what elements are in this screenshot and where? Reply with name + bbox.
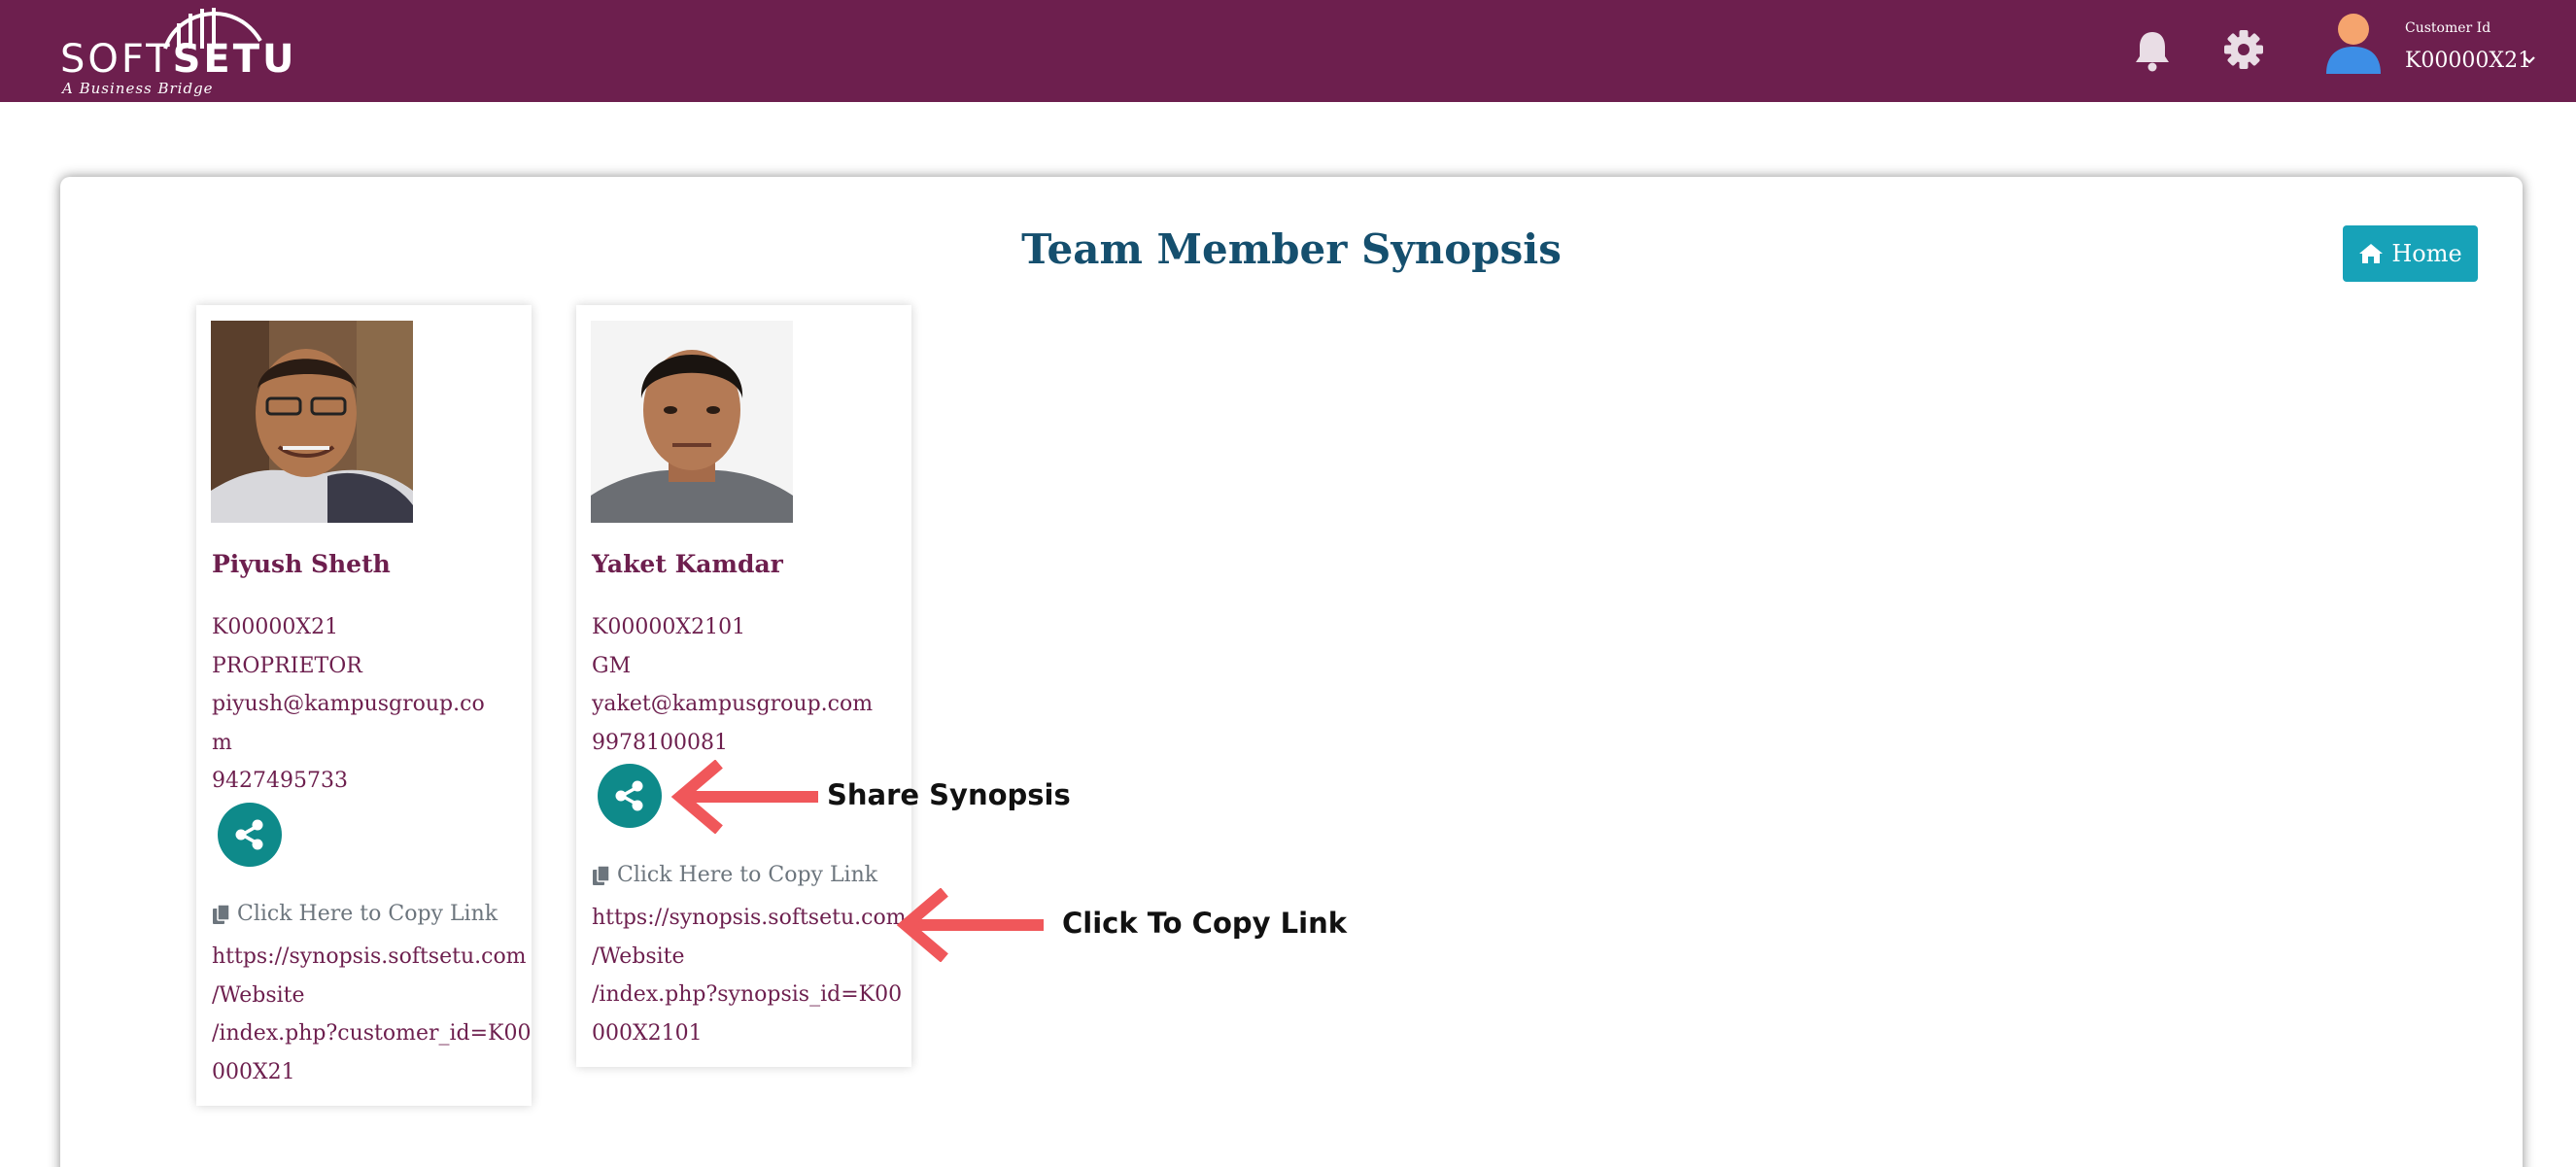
copy-link-button[interactable]: Click Here to Copy Link: [592, 863, 877, 887]
top-navbar: SOFTSETU A Business Bridge Customer Id K…: [0, 0, 2576, 102]
copy-link-label: Click Here to Copy Link: [237, 902, 498, 926]
share-annotation-arrow-icon: [670, 760, 818, 834]
copy-icon: [593, 864, 610, 885]
user-avatar[interactable]: [2324, 12, 2383, 74]
synopsis-link-line[interactable]: 000X2101: [592, 1014, 912, 1053]
softsetu-logo[interactable]: SOFTSETU A Business Bridge: [60, 0, 294, 102]
home-button-label: Home: [2391, 240, 2462, 267]
synopsis-link-line[interactable]: 000X21: [212, 1053, 532, 1092]
synopsis-link-line[interactable]: /index.php?synopsis_id=K00: [592, 976, 912, 1014]
customer-id-value[interactable]: K00000X21: [2405, 49, 2531, 73]
bell-icon[interactable]: [2133, 29, 2172, 72]
share-synopsis-button[interactable]: [218, 803, 282, 867]
copy-link-annotation: Click To Copy Link: [1062, 907, 1348, 940]
synopsis-link-line[interactable]: /Website: [212, 977, 532, 1015]
synopsis-link[interactable]: https://synopsis.softsetu.com /Website /…: [592, 899, 912, 1052]
synopsis-link-line[interactable]: /Website: [592, 938, 912, 977]
member-phone: 9427495733: [212, 769, 348, 793]
member-name: Yaket Kamdar: [592, 550, 783, 578]
member-email[interactable]: yaket@kampusgroup.com: [592, 685, 903, 724]
member-photo: [211, 321, 413, 523]
synopsis-link-line[interactable]: https://synopsis.softsetu.com: [592, 899, 912, 938]
copy-link-button[interactable]: Click Here to Copy Link: [212, 902, 498, 926]
page-title: Team Member Synopsis: [1021, 225, 1562, 273]
synopsis-link-line[interactable]: https://synopsis.softsetu.com: [212, 938, 532, 977]
copy-icon: [213, 903, 230, 924]
chevron-down-icon[interactable]: [2522, 52, 2537, 68]
member-role: GM: [592, 653, 632, 678]
member-photo: [591, 321, 793, 523]
member-phone: 9978100081: [592, 730, 728, 755]
member-name: Piyush Sheth: [212, 550, 391, 578]
synopsis-link[interactable]: https://synopsis.softsetu.com /Website /…: [212, 938, 532, 1091]
member-email[interactable]: piyush@kampusgroup.co: [212, 685, 523, 724]
share-synopsis-button[interactable]: [598, 764, 662, 828]
synopsis-link-line[interactable]: /index.php?customer_id=K00: [212, 1014, 532, 1053]
member-role: PROPRIETOR: [212, 653, 362, 678]
copy-link-label: Click Here to Copy Link: [617, 863, 878, 887]
copy-annotation-arrow-icon: [896, 888, 1044, 962]
home-icon: [2359, 244, 2384, 263]
logo-wordmark: SOFTSETU: [60, 37, 297, 82]
member-card: Piyush Sheth K00000X21 PROPRIETOR piyush…: [196, 305, 532, 1106]
member-id: K00000X2101: [592, 615, 746, 639]
member-id: K00000X21: [212, 615, 339, 639]
logo-tagline: A Business Bridge: [62, 80, 214, 97]
member-email-continued[interactable]: m: [212, 724, 523, 763]
share-icon: [235, 819, 263, 850]
member-card: Yaket Kamdar K00000X2101 GM yaket@kampus…: [576, 305, 911, 1067]
share-synopsis-annotation: Share Synopsis: [827, 778, 1071, 811]
member-details: K00000X2101 GM yaket@kampusgroup.com 997…: [592, 608, 903, 762]
customer-id-label: Customer Id: [2405, 20, 2491, 36]
gear-icon[interactable]: [2223, 29, 2264, 70]
home-button[interactable]: Home: [2343, 225, 2478, 282]
share-icon: [615, 780, 643, 811]
member-details: K00000X21 PROPRIETOR piyush@kampusgroup.…: [212, 608, 523, 801]
